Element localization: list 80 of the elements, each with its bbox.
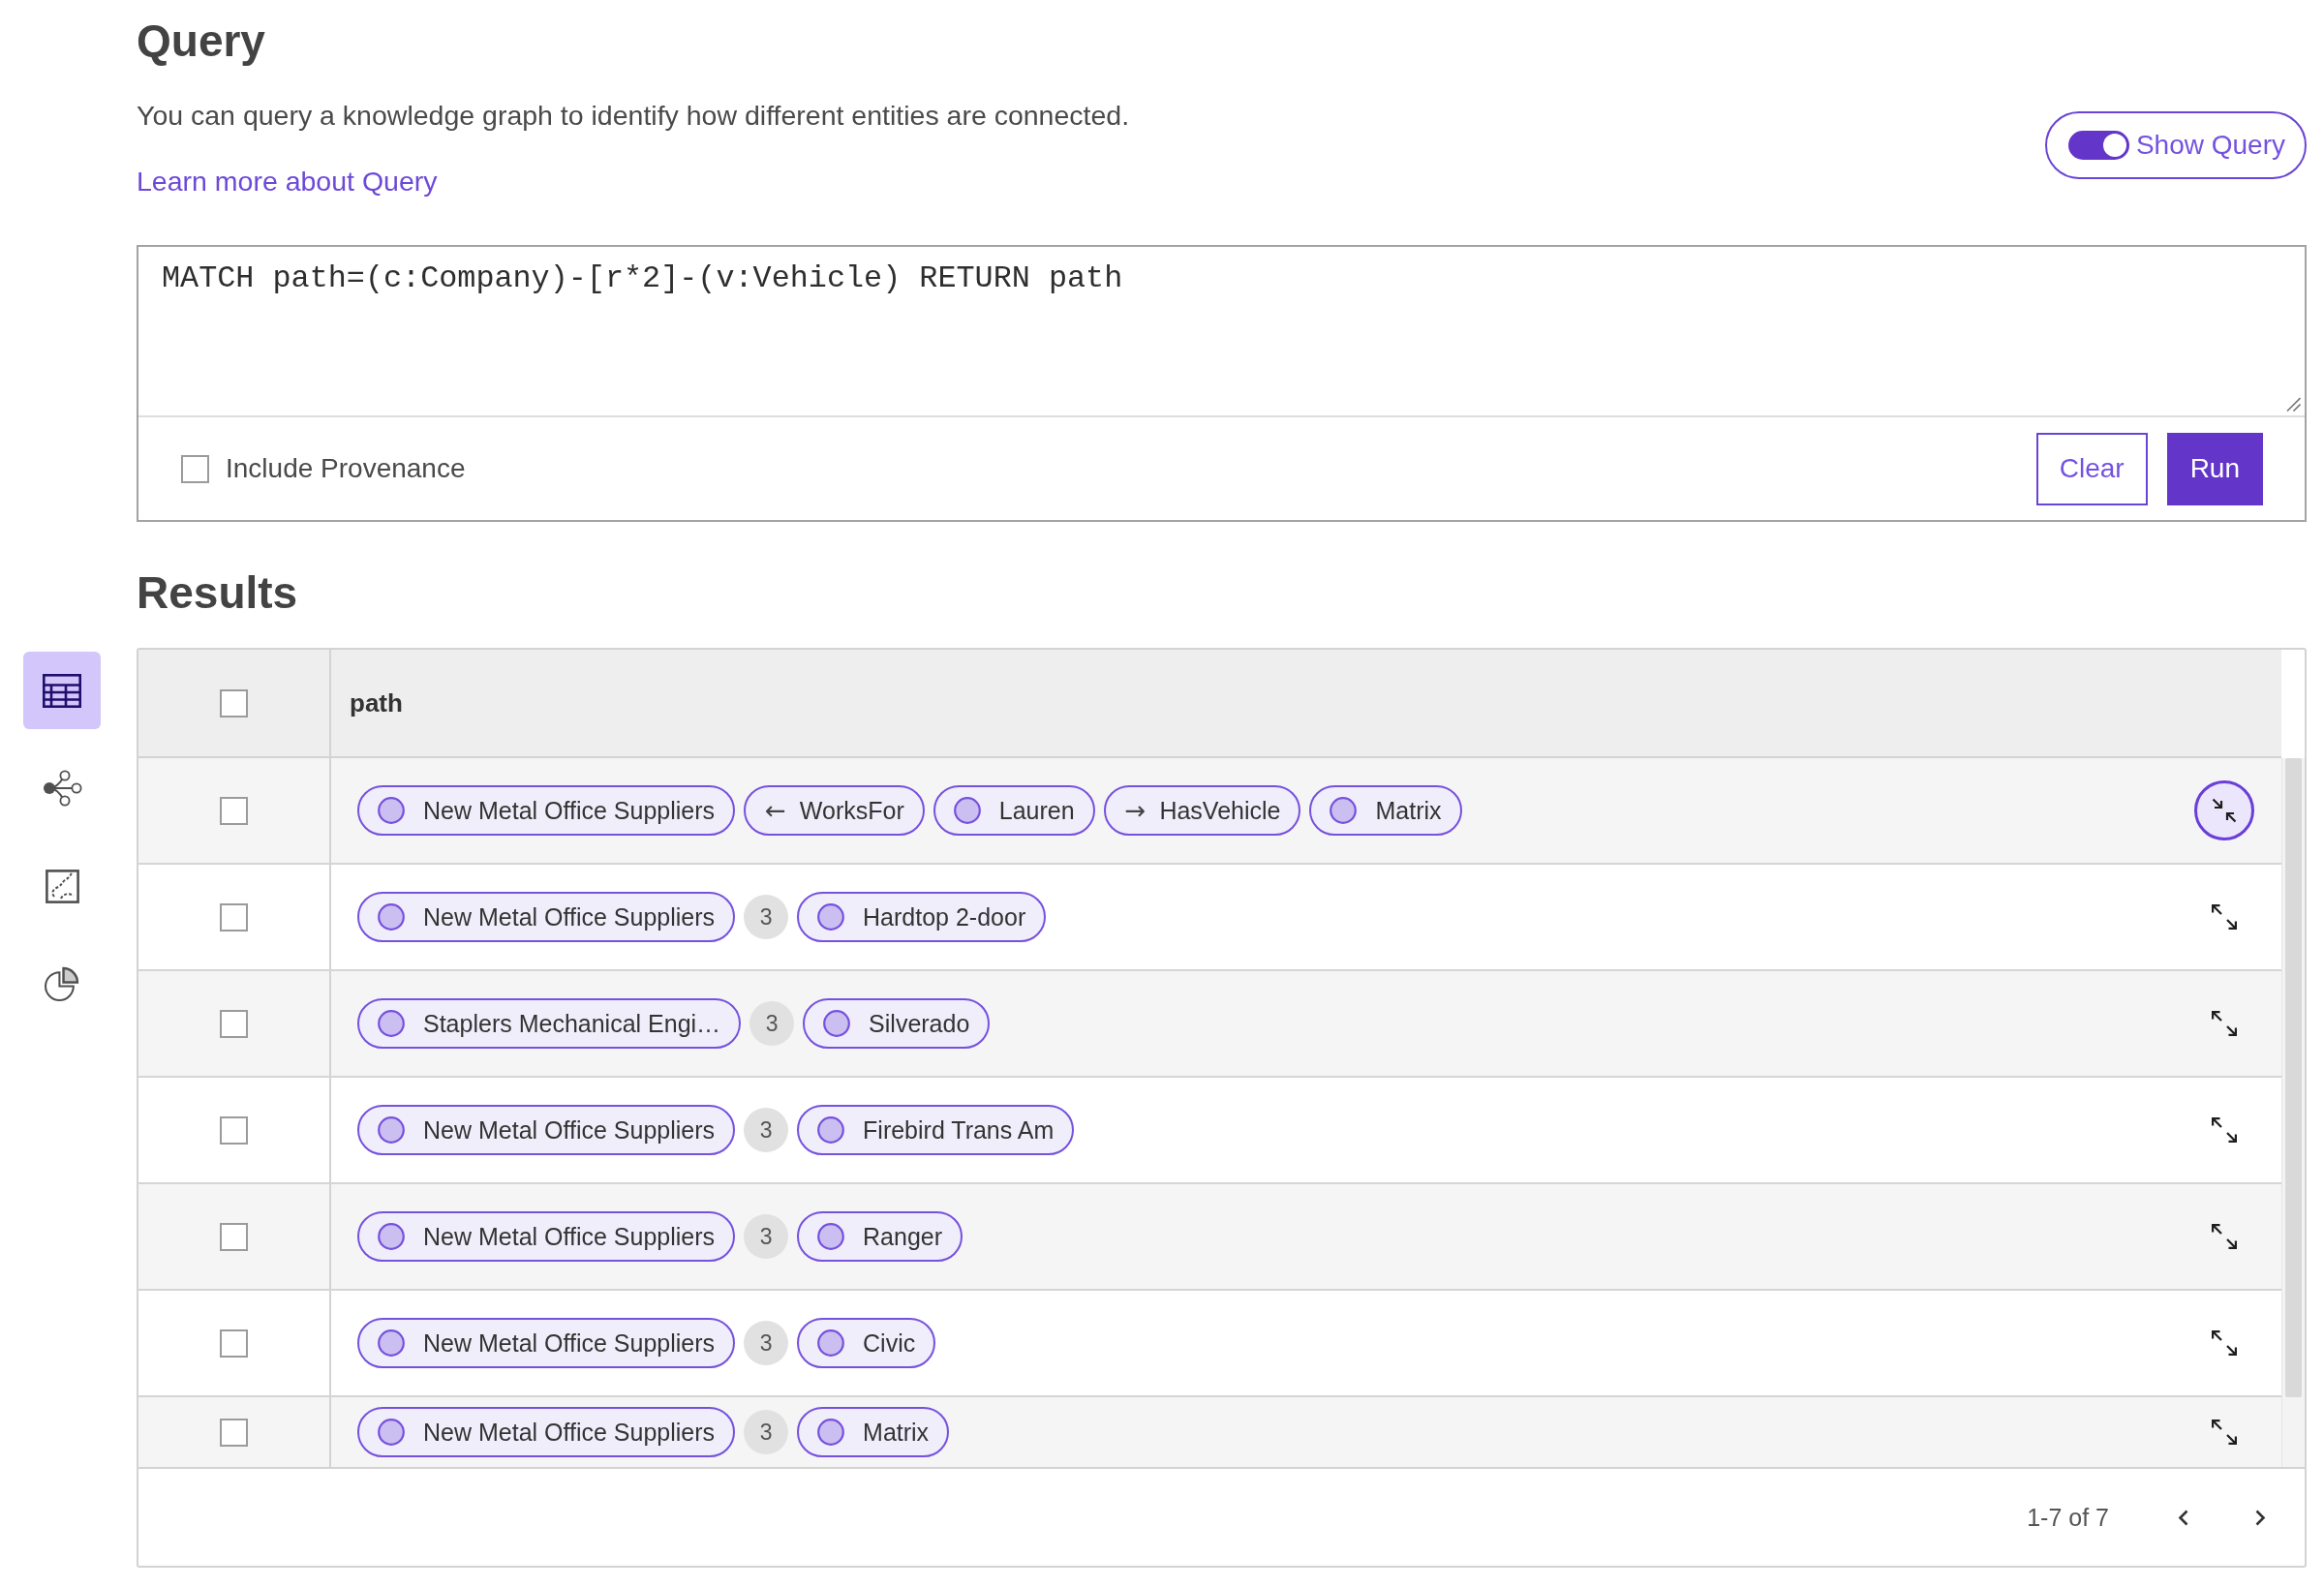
circle-icon: [817, 1223, 845, 1250]
circle-icon: [1330, 797, 1358, 824]
map-icon: [45, 869, 79, 903]
node-chip[interactable]: Lauren: [933, 785, 1095, 836]
network-icon: [42, 770, 82, 807]
collapse-icon: [2212, 798, 2237, 823]
count-badge[interactable]: 3: [744, 1321, 789, 1365]
page-range-text: 1-7 of 7: [2027, 1503, 2109, 1532]
node-chip[interactable]: New Metal Office Suppliers: [357, 785, 736, 836]
arrow-symbol: ←: [765, 798, 786, 823]
row-checkbox[interactable]: [220, 1009, 248, 1038]
expand-icon: [2212, 1224, 2237, 1249]
query-editor[interactable]: MATCH path=(c:Company)-[r*2]-(v:Vehicle) RETURN path: [138, 247, 2305, 415]
expand-icon: [2212, 1330, 2237, 1356]
scrollbar-thumb[interactable]: [2285, 758, 2302, 1397]
relationship-chip[interactable]: ← WorksFor: [744, 785, 925, 836]
row-checkbox[interactable]: [220, 796, 248, 825]
node-chip[interactable]: Civic: [797, 1318, 936, 1368]
scrollbar-track[interactable]: [2281, 758, 2305, 1467]
circle-icon: [378, 1223, 405, 1250]
node-chip[interactable]: Hardtop 2-door: [797, 892, 1047, 942]
table-icon: [43, 673, 81, 708]
count-badge[interactable]: 3: [744, 895, 789, 939]
resize-handle-icon[interactable]: [2286, 397, 2301, 412]
table-view-button[interactable]: [23, 652, 101, 729]
node-chip[interactable]: Ranger: [797, 1211, 963, 1262]
row-checkbox[interactable]: [220, 1222, 248, 1251]
row-checkbox[interactable]: [220, 902, 248, 931]
show-query-toggle[interactable]: Show Query: [2044, 111, 2307, 179]
node-chip[interactable]: Staplers Mechanical Engi…: [357, 998, 742, 1049]
learn-more-link[interactable]: Learn more about Query: [137, 163, 438, 199]
row-checkbox[interactable]: [220, 1115, 248, 1145]
node-chip[interactable]: Firebird Trans Am: [797, 1105, 1075, 1155]
expand-icon: [2212, 1011, 2237, 1036]
expand-icon: [2212, 1420, 2237, 1445]
chevron-right-icon: [2254, 1509, 2266, 1526]
node-chip[interactable]: New Metal Office Suppliers: [357, 1211, 736, 1262]
circle-icon: [953, 797, 981, 824]
arrow-symbol: →: [1124, 798, 1147, 823]
node-chip[interactable]: Matrix: [1309, 785, 1462, 836]
circle-icon: [378, 1329, 405, 1357]
count-badge[interactable]: 3: [749, 1001, 795, 1046]
expand-icon: [2212, 1117, 2237, 1143]
provenance-checkbox[interactable]: [181, 454, 209, 483]
count-badge[interactable]: 3: [744, 1108, 789, 1152]
checkbox-label[interactable]: Include Provenance: [226, 453, 466, 484]
chevron-left-icon: [2177, 1509, 2188, 1526]
run-button[interactable]: Run: [2166, 432, 2263, 505]
circle-icon: [823, 1010, 851, 1037]
circle-icon: [378, 903, 405, 931]
circle-icon: [817, 903, 845, 931]
node-chip[interactable]: New Metal Office Suppliers: [357, 1318, 736, 1368]
circle-icon: [378, 1010, 405, 1037]
section-title: Query: [137, 15, 265, 68]
circle-icon: [378, 1116, 405, 1144]
description-text: You can query a knowledge graph to identify how different entities are connected.: [137, 99, 1130, 133]
relationship-chip[interactable]: → HasVehicle: [1103, 785, 1301, 836]
count-badge[interactable]: 3: [744, 1410, 789, 1454]
expand-icon: [2212, 904, 2237, 930]
relationship-label: WorksFor: [799, 796, 904, 825]
node-chip[interactable]: New Metal Office Suppliers: [357, 1407, 736, 1457]
clear-button[interactable]: Clear: [2035, 432, 2148, 505]
circle-icon: [817, 1116, 845, 1144]
toggle-switch[interactable]: [2067, 131, 2129, 160]
node-chip[interactable]: New Metal Office Suppliers: [357, 1105, 736, 1155]
node-chip[interactable]: Silverado: [803, 998, 991, 1049]
circle-icon: [378, 1419, 405, 1446]
row-checkbox[interactable]: [220, 1328, 248, 1358]
column-header: path: [350, 687, 403, 718]
select-all-checkbox[interactable]: [220, 688, 248, 718]
count-badge[interactable]: 3: [744, 1214, 789, 1259]
row-checkbox[interactable]: [220, 1418, 248, 1447]
relationship-label: HasVehicle: [1159, 796, 1281, 825]
node-chip[interactable]: Matrix: [797, 1407, 950, 1457]
node-chip[interactable]: New Metal Office Suppliers: [357, 892, 736, 942]
circle-icon: [817, 1419, 845, 1446]
circle-icon: [817, 1329, 845, 1357]
pie-chart-icon: [45, 966, 79, 1001]
circle-icon: [378, 797, 405, 824]
section-title: Results: [137, 566, 299, 620]
